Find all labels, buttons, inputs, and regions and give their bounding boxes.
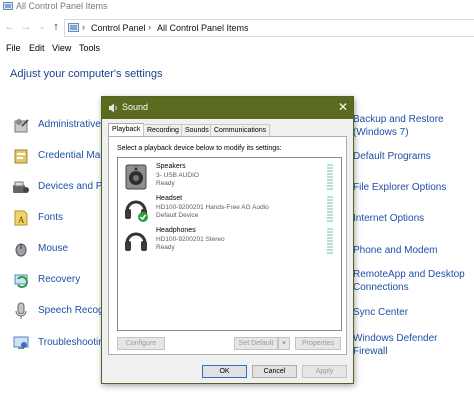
control-panel-icon [3,2,13,11]
cp-item-phone-modem[interactable]: Phone and Modem [353,244,438,257]
cp-item-label-line2: Firewall [353,346,388,357]
close-icon[interactable]: ✕ [338,100,348,114]
devices-icon [12,178,30,196]
tab-communications[interactable]: Communications [210,124,271,136]
address-bar[interactable]: › Control Panel › All Control Panel Item… [64,19,474,37]
set-default-dropdown-icon[interactable]: ▾ [278,337,290,350]
device-headset[interactable]: Headset HD100-9200201 Hands-Free AG Audi… [122,195,333,225]
device-description: HD100-9200201 Stereo [156,236,225,243]
breadcrumb-control-panel[interactable]: Control Panel [91,23,146,33]
device-name: Speakers [156,163,186,170]
back-arrow-icon[interactable]: ← [4,21,16,33]
menu-bar: File Edit View Tools [0,40,474,56]
up-arrow-icon[interactable]: ↑ [50,21,62,33]
cp-item-label: Troubleshootin [38,337,104,348]
playback-instruction: Select a playback device below to modify… [117,145,282,152]
playback-panel: Select a playback device below to modify… [108,136,347,355]
menu-view[interactable]: View [52,43,71,53]
cp-item-label: Devices and Pr [38,181,106,192]
device-status: Ready [156,244,175,251]
tab-playback[interactable]: Playback [108,123,145,136]
tab-recording[interactable]: Recording [143,124,183,136]
cp-item-default-programs[interactable]: Default Programs [353,150,431,163]
cp-item-sync-center[interactable]: Sync Center [353,306,408,319]
cp-item-label-line2: (Windows 7) [353,127,409,138]
breadcrumb-separator-icon: › [82,22,85,32]
cp-item-label: Internet Options [353,213,425,224]
window-title: All Control Panel Items [16,1,108,11]
volume-meter [327,228,333,254]
device-description: HD100-9200201 Hands-Free AG Audio [156,204,269,211]
cp-item-internet-options[interactable]: Internet Options [353,212,424,225]
breadcrumb-all-items[interactable]: All Control Panel Items [157,23,249,33]
cp-item-label: Phone and Modem [353,245,438,256]
cp-item-label: Backup and Restore [353,114,444,125]
device-status: Default Device [156,212,199,219]
navigation-bar: ← → ⌄ ↑ › Control Panel › All Control Pa… [0,14,474,40]
cp-item-windows-defender-firewall[interactable]: Windows Defender Firewall [353,332,437,358]
ok-button[interactable]: OK [202,365,247,378]
tab-sounds[interactable]: Sounds [181,124,213,136]
menu-edit[interactable]: Edit [29,43,45,53]
speaker-icon [122,163,150,191]
recovery-icon [12,271,30,289]
admin-tools-icon [12,116,30,134]
cp-item-label: File Explorer Options [353,182,447,193]
microphone-icon [12,302,30,320]
cp-item-label: Mouse [38,243,69,254]
headphones-icon [122,227,150,255]
speaker-icon [108,103,118,113]
cp-item-label: Sync Center [353,307,409,318]
volume-meter [327,196,333,222]
mouse-icon [12,240,30,258]
cp-item-label: RemoteApp and Desktop [353,269,465,280]
cp-item-label: Fonts [38,212,64,223]
cp-item-label: Windows Defender [353,333,438,344]
troubleshoot-icon [12,334,30,352]
fonts-icon: A [12,209,30,227]
cp-item-label: Recovery [38,274,81,285]
breadcrumb-separator-icon: › [148,22,151,32]
device-speakers[interactable]: Speakers 3- USB AUDIO Ready [122,163,333,193]
configure-button[interactable]: Configure [117,337,165,350]
cp-item-file-explorer-options[interactable]: File Explorer Options [353,181,446,194]
headset-icon [122,195,150,223]
cp-item-label: Default Programs [353,151,431,162]
menu-file[interactable]: File [6,43,21,53]
sound-dialog: Sound ✕ Playback Recording Sounds Commun… [101,96,354,384]
device-status: Ready [156,180,175,187]
cp-item-backup-restore[interactable]: Backup and Restore (Windows 7) [353,113,444,139]
volume-meter [327,164,333,190]
cancel-button[interactable]: Cancel [252,365,297,378]
device-name: Headset [156,195,183,202]
dialog-title-bar[interactable]: Sound ✕ [102,97,353,119]
cp-item-label: Administrative [38,119,101,130]
device-description: 3- USB AUDIO [156,172,199,179]
cp-item-label-line2: Connections [353,282,409,293]
device-name: Headphones [156,227,196,234]
properties-button[interactable]: Properties [295,337,341,350]
set-default-button[interactable]: Set Default [234,337,278,350]
device-list[interactable]: Speakers 3- USB AUDIO Ready Headset HD10… [117,157,342,331]
page-heading: Adjust your computer's settings [10,68,163,80]
address-control-panel-icon [68,23,79,35]
apply-button[interactable]: Apply [302,365,347,378]
dialog-title: Sound [122,102,149,112]
cp-item-remoteapp[interactable]: RemoteApp and Desktop Connections [353,268,465,294]
recent-chevron-icon[interactable]: ⌄ [36,21,48,33]
forward-arrow-icon[interactable]: → [20,21,32,33]
cp-item-label: Credential Mar [38,150,104,161]
device-headphones[interactable]: Headphones HD100-9200201 Stereo Ready [122,227,333,257]
window-title-bar: All Control Panel Items [0,0,474,14]
credential-icon [12,147,30,165]
cp-item-label: Speech Recogr [38,305,107,316]
menu-tools[interactable]: Tools [79,43,100,53]
svg-text:A: A [18,215,25,225]
